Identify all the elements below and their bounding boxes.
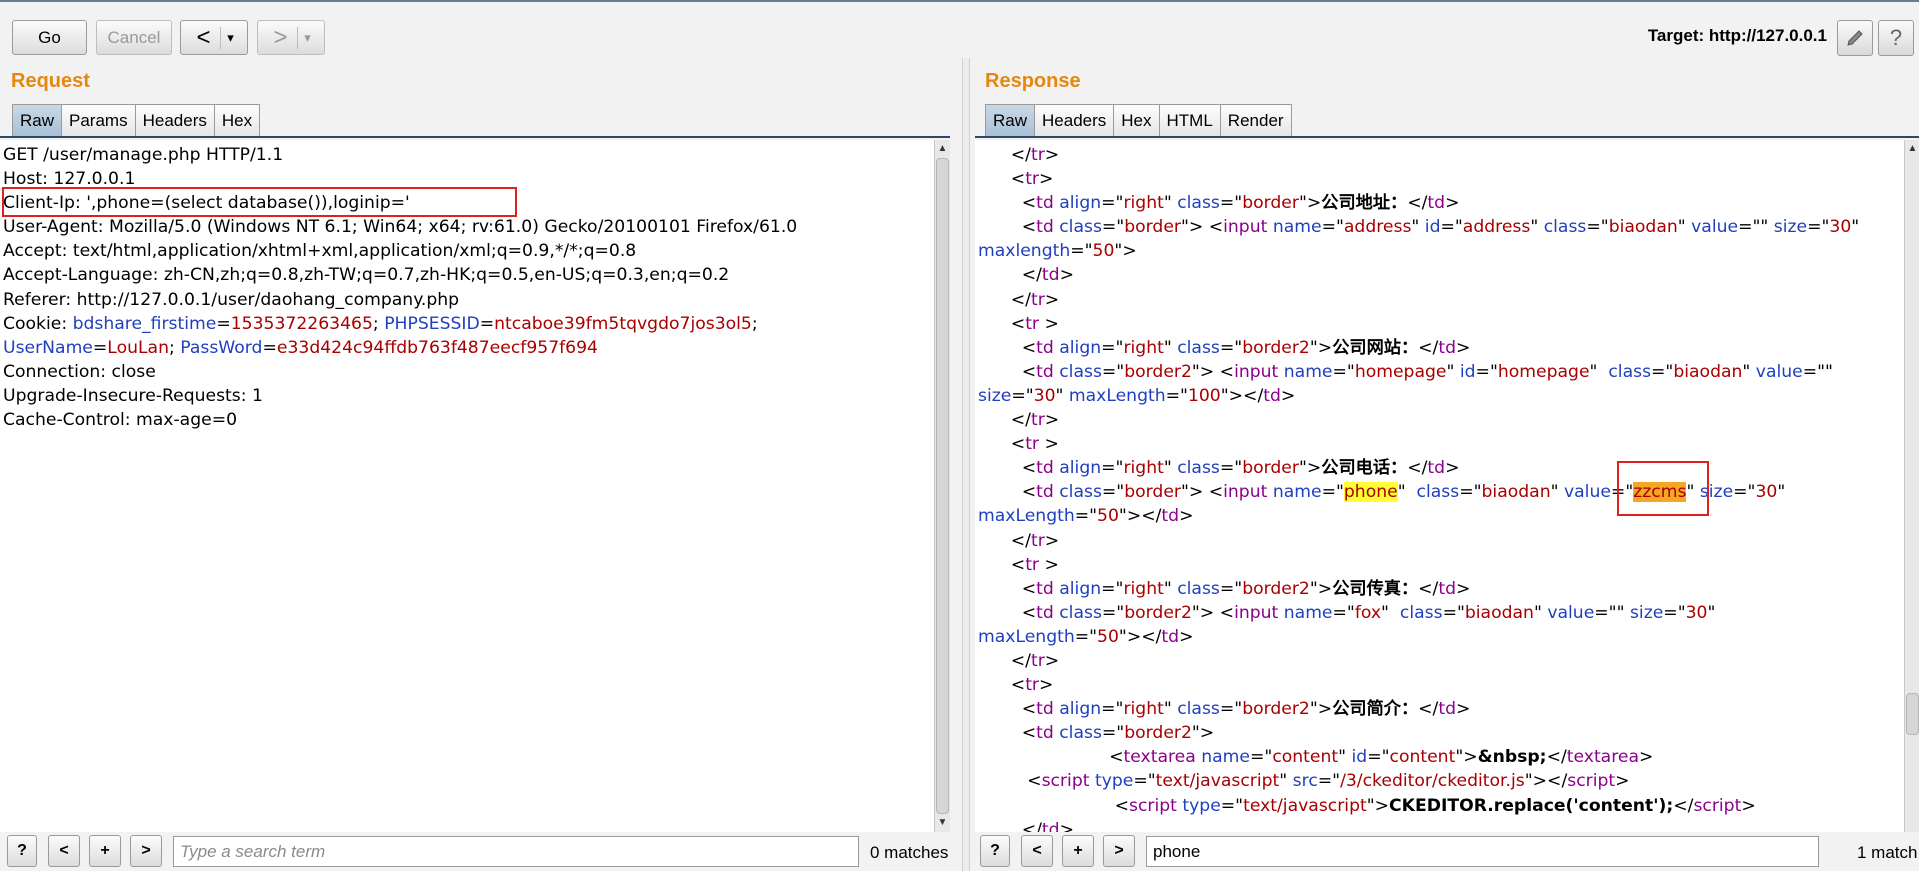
response-line: <tr > bbox=[978, 554, 1059, 575]
response-line: </tr> bbox=[978, 410, 1060, 431]
back-arrow-icon: < bbox=[196, 23, 211, 51]
response-line: <tr> bbox=[978, 675, 1054, 696]
response-line: </td> bbox=[978, 819, 1074, 832]
response-line: </tr> bbox=[978, 650, 1060, 671]
scroll-up-icon[interactable]: ▲ bbox=[935, 142, 950, 156]
response-line: maxLength="50"></td> bbox=[978, 506, 1194, 527]
response-tab-render[interactable]: Render bbox=[1219, 104, 1292, 136]
back-dropdown-icon[interactable]: ▾ bbox=[221, 30, 241, 46]
response-line: <tr > bbox=[978, 313, 1059, 334]
request-search-input[interactable] bbox=[173, 836, 859, 867]
back-button[interactable]: < ▾ bbox=[180, 20, 248, 55]
edit-target-button[interactable] bbox=[1837, 20, 1873, 56]
search-prev-button[interactable]: < bbox=[48, 835, 80, 867]
request-tab-params[interactable]: Params bbox=[61, 104, 136, 136]
scroll-up-icon[interactable]: ▲ bbox=[1905, 142, 1919, 156]
request-line: User-Agent: Mozilla/5.0 (Windows NT 6.1;… bbox=[3, 217, 798, 238]
request-line: Connection: close bbox=[3, 361, 156, 382]
cookie-line: Cookie: bdshare_firstime=1535372263465; … bbox=[3, 313, 758, 334]
forward-dropdown-icon[interactable]: ▾ bbox=[298, 30, 318, 46]
cookie-line: UserName=LouLan; PassWord=e33d424c94ffdb… bbox=[3, 337, 598, 358]
response-line: </tr> bbox=[978, 145, 1060, 165]
request-tab-underline bbox=[0, 136, 950, 138]
forward-button[interactable]: > ▾ bbox=[257, 20, 325, 55]
request-line: Upgrade-Insecure-Requests: 1 bbox=[3, 385, 263, 406]
search-next-button[interactable]: > bbox=[130, 835, 162, 867]
response-code: </tr> <tr> <td align="right" class="bord… bbox=[975, 140, 1904, 832]
response-line: <td class="border2"> <input name="homepa… bbox=[978, 361, 1833, 382]
request-search-bar: ? < + > 0 matches bbox=[0, 832, 962, 871]
request-title: Request bbox=[11, 70, 90, 92]
response-editor[interactable]: </tr> <tr> <td align="right" class="bord… bbox=[975, 140, 1904, 832]
pencil-icon bbox=[1847, 30, 1863, 46]
response-tab-raw[interactable]: Raw bbox=[985, 104, 1036, 136]
response-line: <tr> bbox=[978, 169, 1054, 190]
response-line: <tr > bbox=[978, 434, 1059, 455]
response-match-count: 1 match bbox=[1857, 843, 1918, 862]
request-tab-hex[interactable]: Hex bbox=[213, 104, 261, 136]
request-editor[interactable]: GET /user/manage.php HTTP/1.1 Host: 127.… bbox=[0, 140, 934, 832]
response-line: </tr> bbox=[978, 289, 1060, 310]
go-button[interactable]: Go bbox=[12, 20, 87, 55]
response-tab-html[interactable]: HTML bbox=[1158, 104, 1221, 136]
response-line: <textarea name="content" id="content">&n… bbox=[978, 747, 1654, 768]
response-line: <td class="border2"> bbox=[978, 723, 1215, 744]
response-line: </tr> bbox=[978, 530, 1060, 551]
scroll-thumb[interactable] bbox=[936, 158, 949, 814]
response-line: <td class="border2"> <input name="fox" c… bbox=[978, 602, 1716, 623]
request-scrollbar[interactable]: ▲ ▼ bbox=[934, 140, 950, 832]
response-line: <td align="right" class="border">公司地址：</… bbox=[978, 193, 1460, 214]
request-match-count: 0 matches bbox=[870, 843, 949, 862]
search-add-button[interactable]: + bbox=[89, 835, 121, 867]
response-scrollbar[interactable]: ▲ bbox=[1904, 140, 1919, 832]
scroll-thumb[interactable] bbox=[1906, 693, 1919, 735]
response-line: <script type="text/javascript" src="/3/c… bbox=[978, 771, 1630, 792]
request-line: Accept-Language: zh-CN,zh;q=0.8,zh-TW;q=… bbox=[3, 265, 730, 286]
request-line: Referer: http://127.0.0.1/user/daohang_c… bbox=[3, 289, 460, 310]
response-line: size="30" maxLength="100"></td> bbox=[978, 385, 1296, 406]
response-line: <td align="right" class="border">公司电话：</… bbox=[978, 458, 1460, 479]
request-tab-headers[interactable]: Headers bbox=[134, 104, 215, 136]
forward-arrow-icon: > bbox=[273, 23, 288, 51]
highlight-box bbox=[1617, 461, 1709, 516]
response-search-input[interactable] bbox=[1146, 836, 1819, 867]
request-tabs: Raw Params Headers Hex bbox=[12, 104, 261, 136]
request-line: Accept: text/html,application/xhtml+xml,… bbox=[3, 241, 637, 262]
response-line: <td class="border"> <input name="phone" … bbox=[978, 482, 1786, 503]
response-line: <td align="right" class="border2">公司网站：<… bbox=[978, 337, 1471, 358]
help-icon: ? bbox=[1889, 25, 1903, 50]
highlight-box bbox=[2, 187, 517, 217]
response-line: maxlength="50"> bbox=[978, 241, 1137, 262]
response-line: <td align="right" class="border2">公司传真：<… bbox=[978, 578, 1471, 599]
request-line: Cache-Control: max-age=0 bbox=[3, 410, 238, 431]
search-help-button[interactable]: ? bbox=[980, 835, 1010, 867]
response-tabs: Raw Headers Hex HTML Render bbox=[985, 104, 1292, 136]
response-line: <td align="right" class="border2">公司简介：<… bbox=[978, 699, 1471, 720]
response-line: <script type="text/javascript">CKEDITOR.… bbox=[978, 795, 1756, 816]
response-line: </td> bbox=[978, 265, 1074, 286]
response-tab-headers[interactable]: Headers bbox=[1034, 104, 1115, 136]
cancel-button[interactable]: Cancel bbox=[96, 20, 172, 55]
window-top-border bbox=[0, 0, 1919, 2]
target-label: Target: http://127.0.0.1 bbox=[1647, 26, 1827, 45]
response-line: maxLength="50"></td> bbox=[978, 626, 1194, 647]
response-tab-hex[interactable]: Hex bbox=[1113, 104, 1160, 136]
pane-divider[interactable] bbox=[962, 58, 970, 871]
response-title: Response bbox=[985, 70, 1081, 92]
response-search-bar: ? < + > 1 match bbox=[975, 832, 1919, 871]
response-line: <td class="border"> <input name="address… bbox=[978, 217, 1860, 238]
request-tab-raw[interactable]: Raw bbox=[12, 104, 63, 136]
search-match-highlight: phone bbox=[1343, 482, 1398, 503]
scroll-down-icon[interactable]: ▼ bbox=[935, 816, 950, 830]
search-next-button[interactable]: > bbox=[1103, 835, 1135, 867]
search-add-button[interactable]: + bbox=[1062, 835, 1094, 867]
response-tab-underline bbox=[975, 136, 1919, 138]
help-button[interactable]: ? bbox=[1878, 20, 1914, 56]
search-help-button[interactable]: ? bbox=[7, 835, 37, 867]
search-prev-button[interactable]: < bbox=[1021, 835, 1053, 867]
request-line: GET /user/manage.php HTTP/1.1 bbox=[3, 145, 284, 165]
